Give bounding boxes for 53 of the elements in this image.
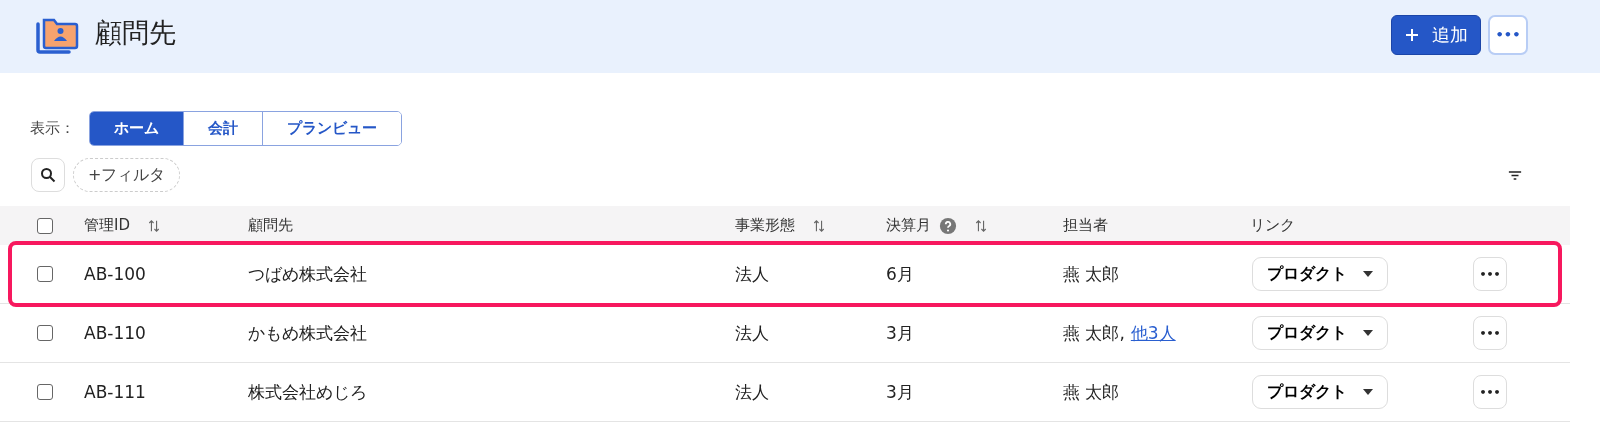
column-header: 担当者: [1063, 216, 1108, 235]
row-checkbox[interactable]: [37, 384, 53, 400]
table-cell: AB-100: [84, 264, 146, 284]
assignee-name: 燕 太郎,: [1063, 321, 1125, 345]
page-title: 顧問先: [95, 15, 176, 50]
table-cell: 株式会社めじろ: [248, 380, 367, 404]
search-button[interactable]: [31, 158, 65, 192]
product-dropdown[interactable]: プロダクト: [1252, 257, 1388, 291]
table-cell: 法人: [735, 321, 769, 345]
table-cell: かもめ株式会社: [248, 321, 367, 345]
row-checkbox[interactable]: [37, 266, 53, 282]
view-tab[interactable]: ホーム: [90, 112, 183, 145]
table-cell: 3月: [886, 380, 914, 404]
product-dropdown[interactable]: プロダクト: [1252, 375, 1388, 409]
caret-icon: [1363, 330, 1373, 336]
view-label: 表示：: [30, 119, 75, 138]
table-row[interactable]: AB-100 つばめ株式会社 法人 6月 燕 太郎 プロダクト •••: [0, 245, 1570, 304]
help-icon[interactable]: [939, 216, 957, 235]
table-cell: 6月: [886, 262, 914, 286]
others-link[interactable]: 他3人: [1130, 321, 1176, 345]
table-row[interactable]: AB-110 かもめ株式会社 法人 3月 燕 太郎, 他3人 プロダクト •••: [0, 304, 1570, 363]
row-more-button[interactable]: •••: [1473, 316, 1507, 350]
table-cell: 法人: [735, 262, 769, 286]
column-header: 事業形態: [735, 216, 795, 235]
product-dropdown[interactable]: プロダクト: [1252, 316, 1388, 350]
column-header: 管理ID: [84, 216, 130, 235]
sort-icon[interactable]: [813, 218, 825, 233]
table-cell: 3月: [886, 321, 914, 345]
table-cell: 法人: [735, 380, 769, 404]
column-header: 顧問先: [248, 216, 293, 235]
column-header: リンク: [1250, 216, 1295, 235]
add-button[interactable]: 追加: [1391, 14, 1481, 55]
row-more-button[interactable]: •••: [1473, 257, 1507, 291]
table-row[interactable]: AB-111 株式会社めじろ 法人 3月 燕 太郎 プロダクト •••: [0, 363, 1570, 422]
more-button[interactable]: •••: [1488, 14, 1528, 55]
plus-icon: [1404, 26, 1420, 43]
filter-button[interactable]: +フィルタ: [73, 158, 181, 192]
search-icon: [40, 167, 56, 183]
column-header: 決算月: [886, 216, 931, 235]
row-checkbox[interactable]: [37, 325, 53, 341]
sort-icon[interactable]: [148, 218, 160, 233]
caret-icon: [1363, 271, 1373, 277]
caret-icon: [1363, 389, 1373, 395]
assignee-name: 燕 太郎: [1063, 262, 1120, 286]
view-tab[interactable]: プランビュー: [262, 112, 401, 145]
row-more-button[interactable]: •••: [1473, 375, 1507, 409]
sort-icon[interactable]: [975, 218, 987, 233]
select-all-checkbox[interactable]: [37, 217, 53, 234]
table-cell: AB-110: [84, 323, 146, 343]
table-cell: AB-111: [84, 382, 146, 402]
table-cell: つばめ株式会社: [248, 262, 367, 286]
assignee-name: 燕 太郎: [1063, 380, 1120, 404]
filter-list-icon[interactable]: [1508, 169, 1522, 181]
